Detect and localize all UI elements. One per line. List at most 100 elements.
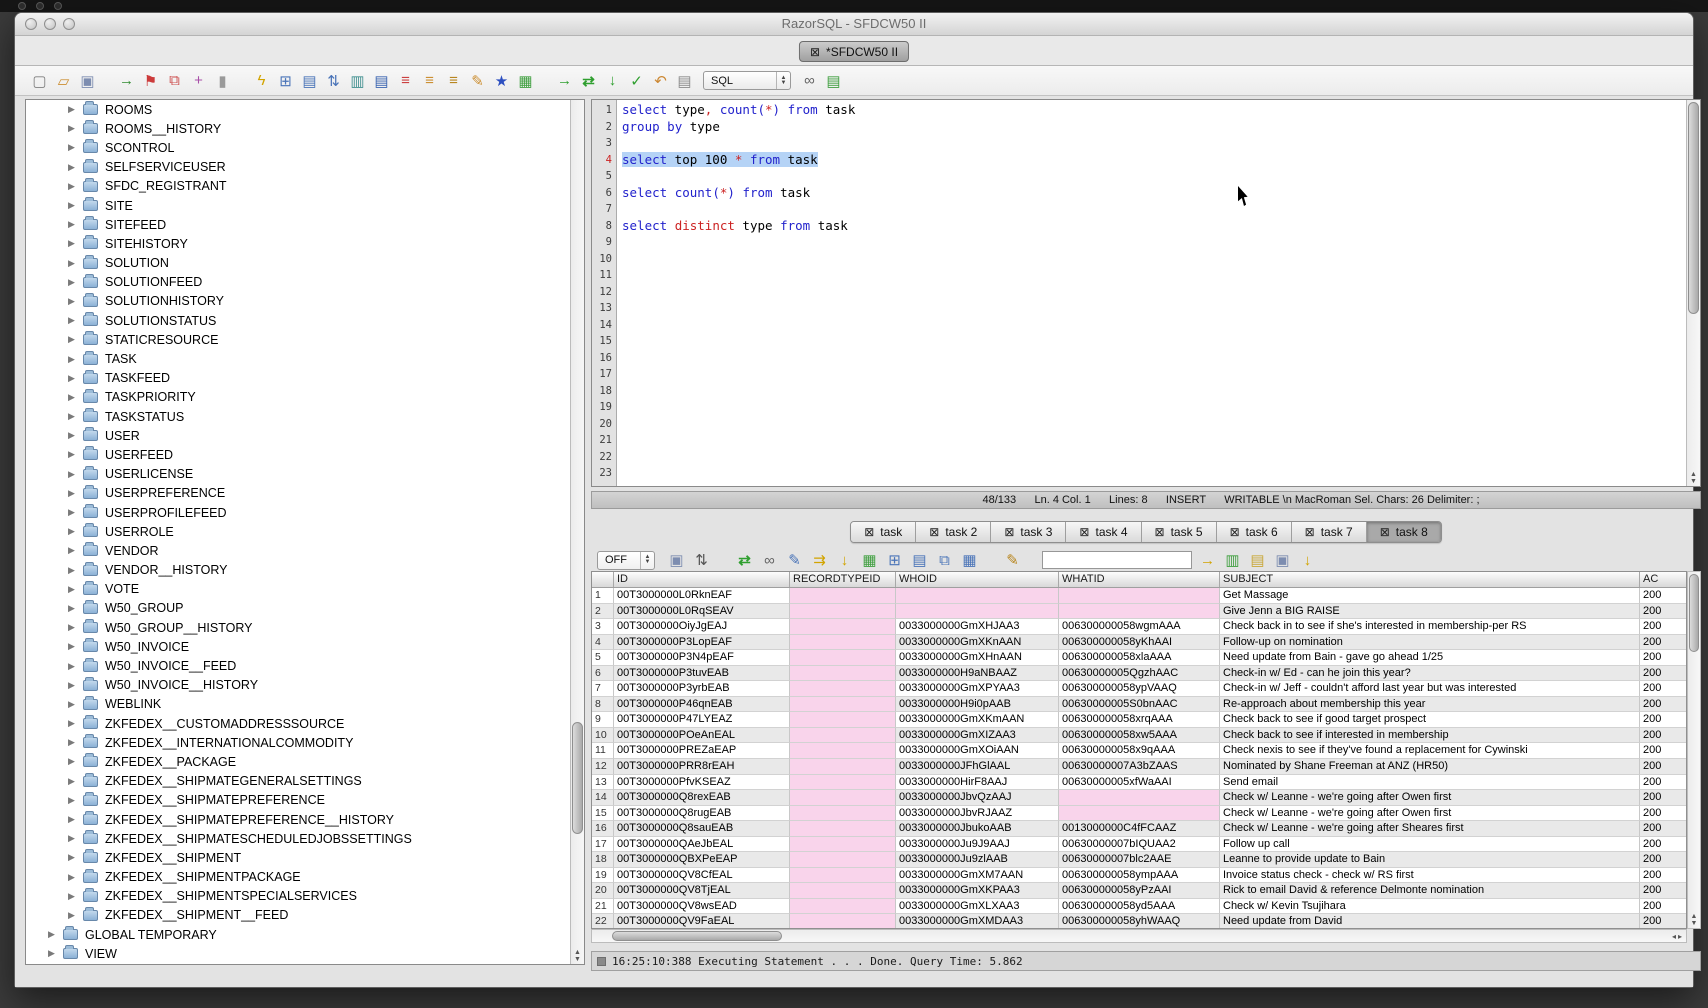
cell-subject[interactable]: Nominated by Shane Freeman at ANZ (HR50) xyxy=(1220,759,1640,775)
results-search-input[interactable] xyxy=(1042,551,1192,569)
statement-type-select[interactable]: SQL ▲▼ xyxy=(703,71,791,90)
cell-recordtypeid[interactable] xyxy=(790,852,896,868)
cell-subject[interactable]: Invoice status check - check w/ RS first xyxy=(1220,868,1640,884)
fetch-next-icon[interactable]: ↓ xyxy=(602,70,623,91)
cell-recordtypeid[interactable] xyxy=(790,837,896,853)
cell-whoid[interactable]: 0033000000JbukoAAB xyxy=(896,821,1059,837)
cell-whatid[interactable]: 00630000005S0bnAAC xyxy=(1059,697,1220,713)
row-number-header[interactable] xyxy=(592,572,614,587)
result-tab-task-7[interactable]: ⊠task 7 xyxy=(1292,522,1367,542)
disclosure-triangle-icon[interactable]: ▶ xyxy=(68,200,80,211)
cell-subject[interactable]: Check-in w/ Jeff - couldn't afford last … xyxy=(1220,681,1640,697)
tree-item-zkfedex__shipmentpackage[interactable]: ▶ZKFEDEX__SHIPMENTPACKAGE xyxy=(26,868,570,887)
cell-id[interactable]: 00T3000000L0RknEAF xyxy=(614,588,790,604)
cell-whatid[interactable]: 006300000058wgmAAA xyxy=(1059,619,1220,635)
cell-subject[interactable]: Check w/ Leanne - we're going after Shea… xyxy=(1220,821,1640,837)
cell-recordtypeid[interactable] xyxy=(790,775,896,791)
cell-ac[interactable]: 200 xyxy=(1640,868,1687,884)
tree-item-selfserviceuser[interactable]: ▶SELFSERVICEUSER xyxy=(26,158,570,177)
column-header-whoid[interactable]: WHOID xyxy=(896,572,1059,587)
table-row[interactable]: 200T3000000L0RqSEAVGive Jenn a BIG RAISE… xyxy=(592,604,1686,620)
cell-whatid[interactable]: 00630000007bIQUAA2 xyxy=(1059,837,1220,853)
tree-item-vendor__history[interactable]: ▶VENDOR__HISTORY xyxy=(26,561,570,580)
row-number-cell[interactable]: 5 xyxy=(592,650,614,666)
table-row[interactable]: 900T3000000P47LYEAZ0033000000GmXKmAAN006… xyxy=(592,712,1686,728)
cell-id[interactable]: 00T3000000P3yrbEAB xyxy=(614,681,790,697)
result-tab-task-5[interactable]: ⊠task 5 xyxy=(1142,522,1217,542)
cell-subject[interactable]: Follow up call xyxy=(1220,837,1640,853)
cell-subject[interactable]: Check back to see if good target prospec… xyxy=(1220,712,1640,728)
table-row[interactable]: 1100T3000000PREZaEAP0033000000GmXOiAAN00… xyxy=(592,743,1686,759)
generate-script-icon[interactable]: ▤ xyxy=(1247,550,1268,571)
code-line[interactable] xyxy=(622,350,1686,367)
cell-whoid[interactable]: 0033000000GmXIZAA3 xyxy=(896,728,1059,744)
disclosure-triangle-icon[interactable]: ▶ xyxy=(68,104,80,115)
tree-item-zkfedex__shipmentspecialservices[interactable]: ▶ZKFEDEX__SHIPMENTSPECIALSERVICES xyxy=(26,887,570,906)
cell-id[interactable]: 00T3000000P3tuvEAB xyxy=(614,666,790,682)
tree-item-weblink[interactable]: ▶WEBLINK xyxy=(26,695,570,714)
reload-table-icon[interactable]: ▦ xyxy=(859,550,880,571)
disclosure-triangle-icon[interactable]: ▶ xyxy=(68,661,80,672)
tree-item-global temporary[interactable]: ▶GLOBAL TEMPORARY xyxy=(26,925,570,944)
table-row[interactable]: 1200T3000000PRR8rEAH0033000000JFhGlAAL00… xyxy=(592,759,1686,775)
code-line[interactable] xyxy=(622,432,1686,449)
table-row[interactable]: 1500T3000000Q8rugEAB0033000000JbvRJAAZCh… xyxy=(592,806,1686,822)
disclosure-triangle-icon[interactable]: ▶ xyxy=(68,507,80,518)
row-number-cell[interactable]: 13 xyxy=(592,775,614,791)
tree-item-taskpriority[interactable]: ▶TASKPRIORITY xyxy=(26,388,570,407)
cell-whoid[interactable]: 0033000000GmXLXAA3 xyxy=(896,899,1059,915)
cell-id[interactable]: 00T3000000QV9FaEAL xyxy=(614,914,790,929)
import-data-icon[interactable]: → xyxy=(116,70,137,91)
tree-item-w50_invoice__history[interactable]: ▶W50_INVOICE__HISTORY xyxy=(26,676,570,695)
disclosure-triangle-icon[interactable]: ▶ xyxy=(68,756,80,767)
row-number-cell[interactable]: 14 xyxy=(592,790,614,806)
cell-recordtypeid[interactable] xyxy=(790,821,896,837)
code-line[interactable] xyxy=(622,399,1686,416)
cell-ac[interactable]: 200 xyxy=(1640,588,1687,604)
disclosure-triangle-icon[interactable]: ▶ xyxy=(68,718,80,729)
code-line[interactable] xyxy=(622,366,1686,383)
cell-ac[interactable]: 200 xyxy=(1640,635,1687,651)
code-line[interactable] xyxy=(622,416,1686,433)
cell-whatid[interactable] xyxy=(1059,604,1220,620)
copy-table-icon[interactable]: ▦ xyxy=(959,550,980,571)
cell-recordtypeid[interactable] xyxy=(790,635,896,651)
cell-whoid[interactable]: 0033000000JbvRJAAZ xyxy=(896,806,1059,822)
cell-whatid[interactable]: 0013000000C4fFCAAZ xyxy=(1059,821,1220,837)
table-generate-icon[interactable]: ▦ xyxy=(515,70,536,91)
cell-id[interactable]: 00T3000000QV8wsEAD xyxy=(614,899,790,915)
code-line[interactable] xyxy=(622,267,1686,284)
disclosure-triangle-icon[interactable]: ▶ xyxy=(68,181,80,192)
disclosure-triangle-icon[interactable]: ▶ xyxy=(68,795,80,806)
cell-ac[interactable]: 200 xyxy=(1640,790,1687,806)
tree-item-solutionstatus[interactable]: ▶SOLUTIONSTATUS xyxy=(26,311,570,330)
column-header-whatid[interactable]: WHATID xyxy=(1059,572,1220,587)
cell-id[interactable]: 00T3000000QV8CfEAL xyxy=(614,868,790,884)
table-row[interactable]: 1600T3000000Q8sauEAB0033000000JbukoAAB00… xyxy=(592,821,1686,837)
tree-item-userfeed[interactable]: ▶USERFEED xyxy=(26,445,570,464)
cell-subject[interactable]: Check w/ Leanne - we're going after Owen… xyxy=(1220,790,1640,806)
table-row[interactable]: 2200T3000000QV9FaEAL0033000000GmXMDAA300… xyxy=(592,914,1686,929)
cell-subject[interactable]: Send email xyxy=(1220,775,1640,791)
code-line[interactable] xyxy=(622,465,1686,482)
cell-ac[interactable]: 200 xyxy=(1640,899,1687,915)
close-result-tab-icon[interactable]: ⊠ xyxy=(1305,526,1315,538)
result-tab-task-8[interactable]: ⊠task 8 xyxy=(1367,522,1441,542)
cell-subject[interactable]: Need update from Bain - gave go ahead 1/… xyxy=(1220,650,1640,666)
tree-item-zkfedex__customaddresssource[interactable]: ▶ZKFEDEX__CUSTOMADDRESSSOURCE xyxy=(26,714,570,733)
table-row[interactable]: 600T3000000P3tuvEAB0033000000H9aNBAAZ006… xyxy=(592,666,1686,682)
row-number-cell[interactable]: 17 xyxy=(592,837,614,853)
view-row-icon[interactable]: ∞ xyxy=(759,550,780,571)
cell-subject[interactable]: Rick to email David & reference Delmonte… xyxy=(1220,883,1640,899)
sort-filter-icon[interactable]: ⇅ xyxy=(691,550,712,571)
grid-hscroll-arrows-icon[interactable]: ◂▸ xyxy=(1672,932,1684,941)
disclosure-triangle-icon[interactable]: ▶ xyxy=(68,872,80,883)
cell-ac[interactable]: 200 xyxy=(1640,775,1687,791)
copy-rows-icon[interactable]: ⧉ xyxy=(934,550,955,571)
table-row[interactable]: 1400T3000000Q8rexEAB0033000000JbvQzAAJCh… xyxy=(592,790,1686,806)
sort-list-desc-icon[interactable]: ≡ xyxy=(443,70,464,91)
tree-item-zkfedex__shipment[interactable]: ▶ZKFEDEX__SHIPMENT xyxy=(26,848,570,867)
table-row[interactable]: 1800T3000000QBXPeEAP0033000000Ju9zlAAB00… xyxy=(592,852,1686,868)
disclosure-triangle-icon[interactable]: ▶ xyxy=(48,948,60,959)
result-tab-task-6[interactable]: ⊠task 6 xyxy=(1217,522,1292,542)
